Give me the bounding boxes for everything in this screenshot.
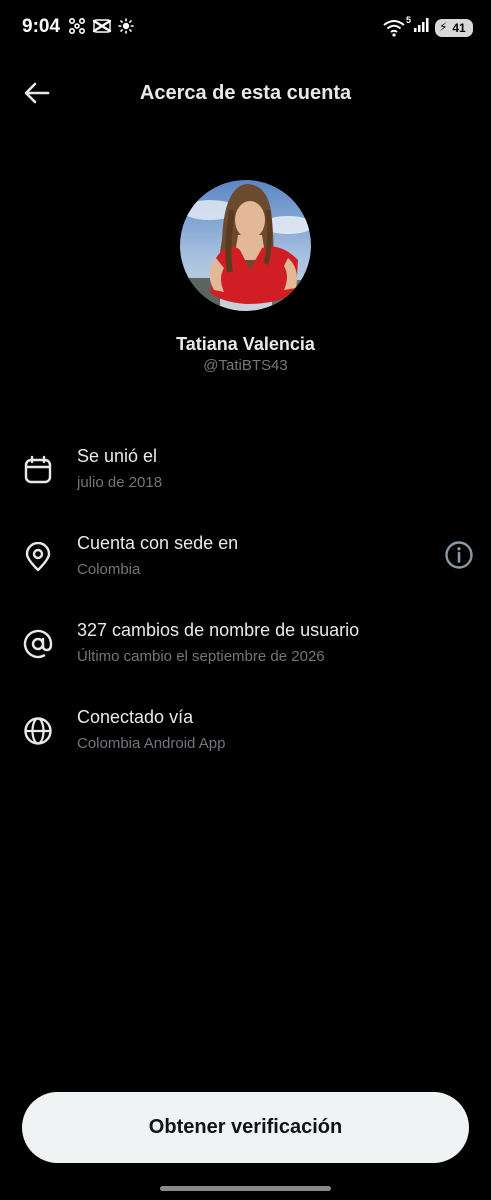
status-time: 9:04 xyxy=(22,16,61,37)
info-row-connected-via: Conectado vía Colombia Android App xyxy=(0,707,491,767)
profile-name: Tatiana Valencia xyxy=(176,334,315,354)
avatar[interactable] xyxy=(180,180,311,311)
capcut-icon xyxy=(92,18,112,39)
get-verified-button[interactable]: Obtener verificación xyxy=(22,1092,469,1163)
signal-icon xyxy=(413,17,429,38)
header: Acerca de esta cuenta xyxy=(0,70,491,118)
info-title: Se unió el xyxy=(77,446,158,466)
pinwheel-icon xyxy=(68,17,86,40)
info-subtitle: julio de 2018 xyxy=(77,474,163,491)
wifi-badge: 5 xyxy=(405,14,411,25)
info-title: Cuenta con sede en xyxy=(77,533,239,553)
info-subtitle: Colombia xyxy=(77,561,141,578)
location-info-button[interactable] xyxy=(443,540,475,575)
info-subtitle: Último cambio el septiembre de 2026 xyxy=(77,648,325,665)
location-pin-icon xyxy=(22,541,54,573)
info-icon xyxy=(444,540,474,575)
info-subtitle: Colombia Android App xyxy=(77,735,226,752)
at-sign-icon xyxy=(22,628,54,660)
battery-icon: ⚡ 41 xyxy=(435,18,473,37)
status-right-icons: 5 ⚡ 41 xyxy=(383,15,473,38)
info-title: Conectado vía xyxy=(77,707,194,727)
wifi-icon: 5 xyxy=(383,15,411,37)
calendar-icon xyxy=(22,454,54,486)
brightness-icon xyxy=(118,18,134,39)
info-title: 327 cambios de nombre de usuario xyxy=(77,620,360,640)
status-bar: 9:04 5 ⚡ 41 xyxy=(0,0,491,56)
status-left-icons xyxy=(68,17,134,40)
avatar-photo xyxy=(180,180,311,311)
info-row-location: Cuenta con sede en Colombia xyxy=(0,533,491,593)
battery-level: 41 xyxy=(452,20,466,35)
globe-icon xyxy=(22,715,54,747)
info-row-joined: Se unió el julio de 2018 xyxy=(0,446,491,506)
charging-icon: ⚡ xyxy=(439,19,448,34)
home-indicator[interactable] xyxy=(160,1186,331,1191)
info-row-username-changes: 327 cambios de nombre de usuario Último … xyxy=(0,620,491,680)
profile-handle: @TatiBTS43 xyxy=(203,357,288,374)
page-title: Acerca de esta cuenta xyxy=(139,82,352,104)
